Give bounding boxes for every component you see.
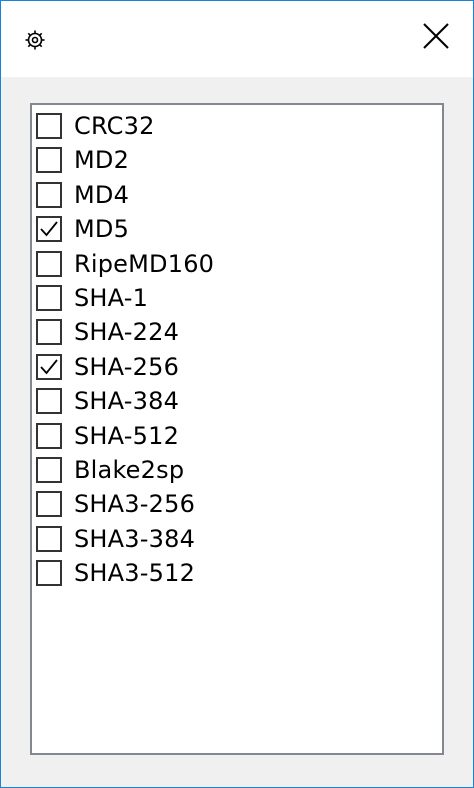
list-item-label: MD2 bbox=[74, 146, 130, 175]
list-item[interactable]: SHA3-384 bbox=[36, 522, 195, 556]
checkbox[interactable] bbox=[36, 319, 62, 346]
list-item[interactable]: MD2 bbox=[36, 143, 129, 177]
checkbox[interactable] bbox=[36, 285, 62, 311]
checkbox[interactable] bbox=[36, 353, 62, 380]
list-item-label: CRC32 bbox=[74, 112, 155, 140]
list-item[interactable]: RipeMD160 bbox=[36, 247, 214, 281]
checkbox[interactable] bbox=[36, 147, 62, 174]
checkbox[interactable] bbox=[36, 250, 62, 277]
list-item-label: Blake2sp bbox=[74, 456, 185, 484]
list-item-label: SHA-224 bbox=[74, 318, 180, 347]
settings-window: CRC32 MD2 MD4 MD5 RipeMD160 SHA-1 SHA-224 SHA-2… bbox=[0, 0, 474, 788]
checkmark-icon bbox=[40, 221, 58, 237]
list-item[interactable]: SHA3-512 bbox=[36, 556, 195, 590]
checkmark-icon bbox=[40, 359, 58, 375]
checkbox[interactable] bbox=[36, 422, 62, 449]
close-button[interactable] bbox=[411, 13, 461, 63]
list-item[interactable]: MD5 bbox=[36, 212, 129, 246]
list-item-label: MD5 bbox=[74, 215, 130, 244]
checkbox[interactable] bbox=[36, 388, 62, 415]
checkbox[interactable] bbox=[36, 525, 62, 552]
checkbox[interactable] bbox=[36, 560, 62, 587]
checkbox[interactable] bbox=[36, 216, 62, 243]
list-item[interactable]: SHA3-256 bbox=[36, 487, 195, 521]
list-item-label: MD4 bbox=[74, 180, 130, 209]
list-item-label: RipeMD160 bbox=[74, 249, 215, 278]
close-icon bbox=[423, 23, 449, 53]
list-item-label: SHA-1 bbox=[74, 284, 149, 312]
gear-icon bbox=[23, 28, 47, 52]
checkbox[interactable] bbox=[36, 181, 62, 208]
list-item[interactable]: SHA-1 bbox=[36, 281, 148, 315]
checkbox[interactable] bbox=[36, 113, 62, 139]
hash-algorithm-list[interactable]: CRC32 MD2 MD4 MD5 RipeMD160 SHA-1 SHA-224 SHA-2… bbox=[30, 103, 444, 755]
list-item-label: SHA-384 bbox=[74, 387, 180, 416]
title-bar[interactable] bbox=[1, 1, 473, 77]
list-item[interactable]: SHA-512 bbox=[36, 419, 179, 453]
list-item[interactable]: SHA-224 bbox=[36, 315, 179, 349]
list-item[interactable]: MD4 bbox=[36, 178, 129, 212]
list-item-label: SHA3-512 bbox=[74, 559, 196, 588]
list-item[interactable]: SHA-384 bbox=[36, 384, 179, 418]
list-item[interactable]: CRC32 bbox=[36, 109, 155, 143]
list-item[interactable]: Blake2sp bbox=[36, 453, 184, 487]
list-item-label: SHA-256 bbox=[74, 352, 180, 381]
list-item-label: SHA3-256 bbox=[74, 490, 196, 519]
checkbox[interactable] bbox=[36, 457, 62, 483]
checkbox[interactable] bbox=[36, 491, 62, 518]
list-item-label: SHA-512 bbox=[74, 421, 180, 450]
list-item[interactable]: SHA-256 bbox=[36, 350, 179, 384]
list-item-label: SHA3-384 bbox=[74, 524, 196, 553]
